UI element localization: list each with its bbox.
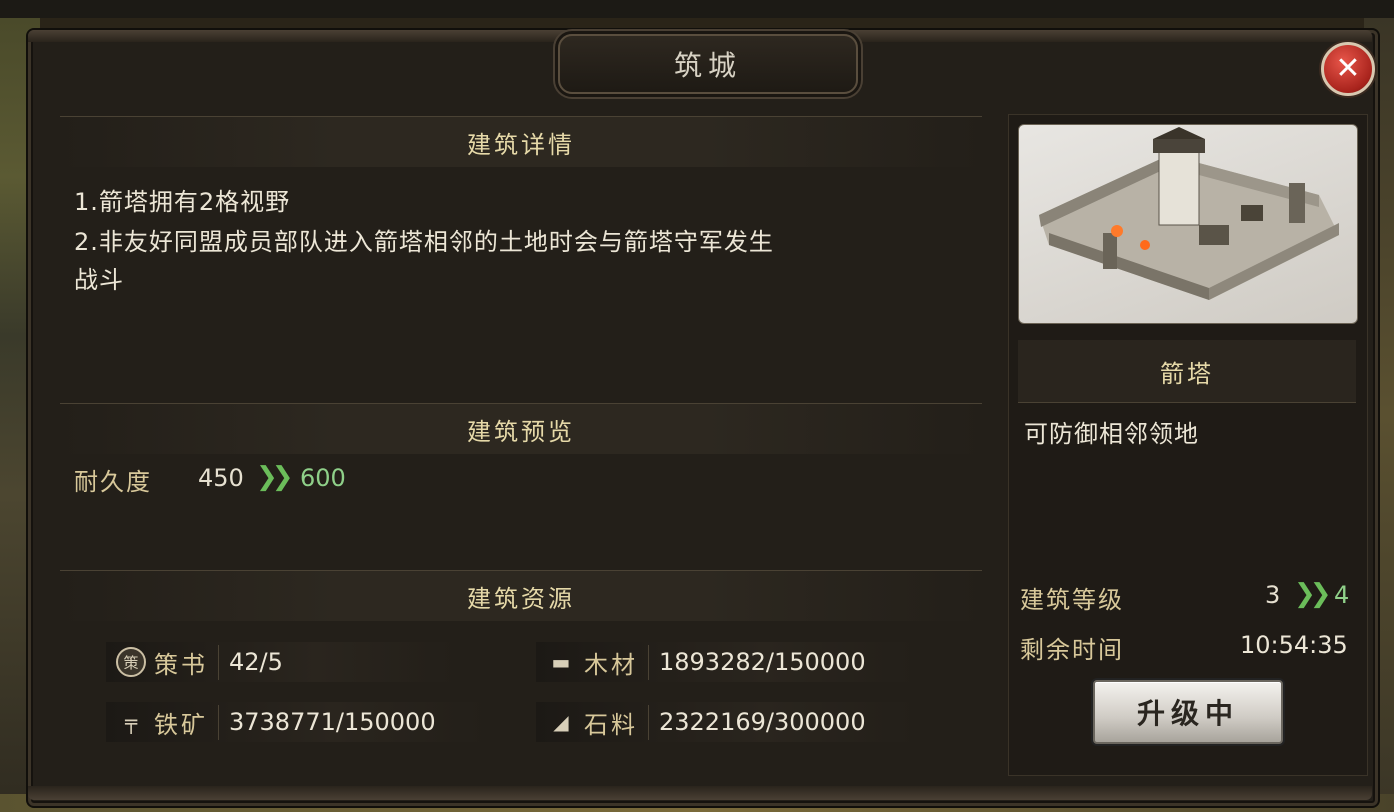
resource-row-stone: ◢ 石料 2322169/300000 (536, 702, 916, 742)
dialog-title-box: 筑城 (558, 34, 858, 94)
details-line-3: 战斗 (74, 266, 124, 294)
resource-name: 铁矿 (154, 704, 219, 740)
resource-name: 石料 (584, 704, 649, 740)
close-button[interactable]: ✕ (1321, 42, 1375, 96)
details-line-1: 1.箭塔拥有2格视野 (74, 188, 291, 216)
upgrading-button[interactable]: 升级中 (1093, 680, 1283, 744)
upgrade-arrow-icon: ❯❯ (256, 462, 293, 492)
resource-name: 策书 (154, 644, 219, 680)
dialog-frame-bottom (28, 786, 1372, 800)
resource-value: 2322169/300000 (659, 708, 866, 736)
wood-icon: ▬ (551, 650, 571, 674)
resources-heading: 建筑资源 (60, 570, 982, 621)
close-icon: ✕ (1335, 51, 1361, 86)
level-arrow-icon: ❯❯ (1294, 579, 1331, 609)
building-level-label: 建筑等级 (1020, 586, 1124, 614)
resource-name: 木材 (584, 644, 649, 680)
details-line-2: 2.非友好同盟成员部队进入箭塔相邻的土地时会与箭塔守军发生 (74, 228, 774, 256)
dialog-title: 筑城 (673, 49, 742, 82)
top-status-bar (0, 0, 1394, 18)
durability-current: 450 (198, 464, 244, 492)
building-description: 可防御相邻领地 (1024, 420, 1199, 448)
details-heading: 建筑详情 (60, 116, 982, 167)
durability-next: 600 (300, 464, 346, 492)
iron-icon: ╤ (124, 710, 138, 734)
building-name: 箭塔 (1018, 340, 1356, 403)
strategy-book-icon: 策 (116, 647, 146, 677)
arrow-tower-illustration (1039, 127, 1339, 300)
resource-value: 1893282/150000 (659, 648, 866, 676)
building-level-current: 3 (1265, 581, 1281, 609)
resource-row-strategy-book: 策 策书 42/5 (106, 642, 456, 682)
remaining-time-value: 10:54:35 (1240, 631, 1348, 659)
building-preview-image (1018, 124, 1358, 324)
preview-heading: 建筑预览 (60, 403, 982, 454)
building-level-next: 4 (1334, 581, 1350, 609)
resource-value: 42/5 (229, 648, 283, 676)
stone-icon: ◢ (553, 710, 569, 734)
durability-label: 耐久度 (74, 468, 152, 496)
remaining-time-label: 剩余时间 (1020, 636, 1124, 664)
resource-row-iron: ╤ 铁矿 3738771/150000 (106, 702, 486, 742)
resource-value: 3738771/150000 (229, 708, 436, 736)
resource-row-wood: ▬ 木材 1893282/150000 (536, 642, 916, 682)
